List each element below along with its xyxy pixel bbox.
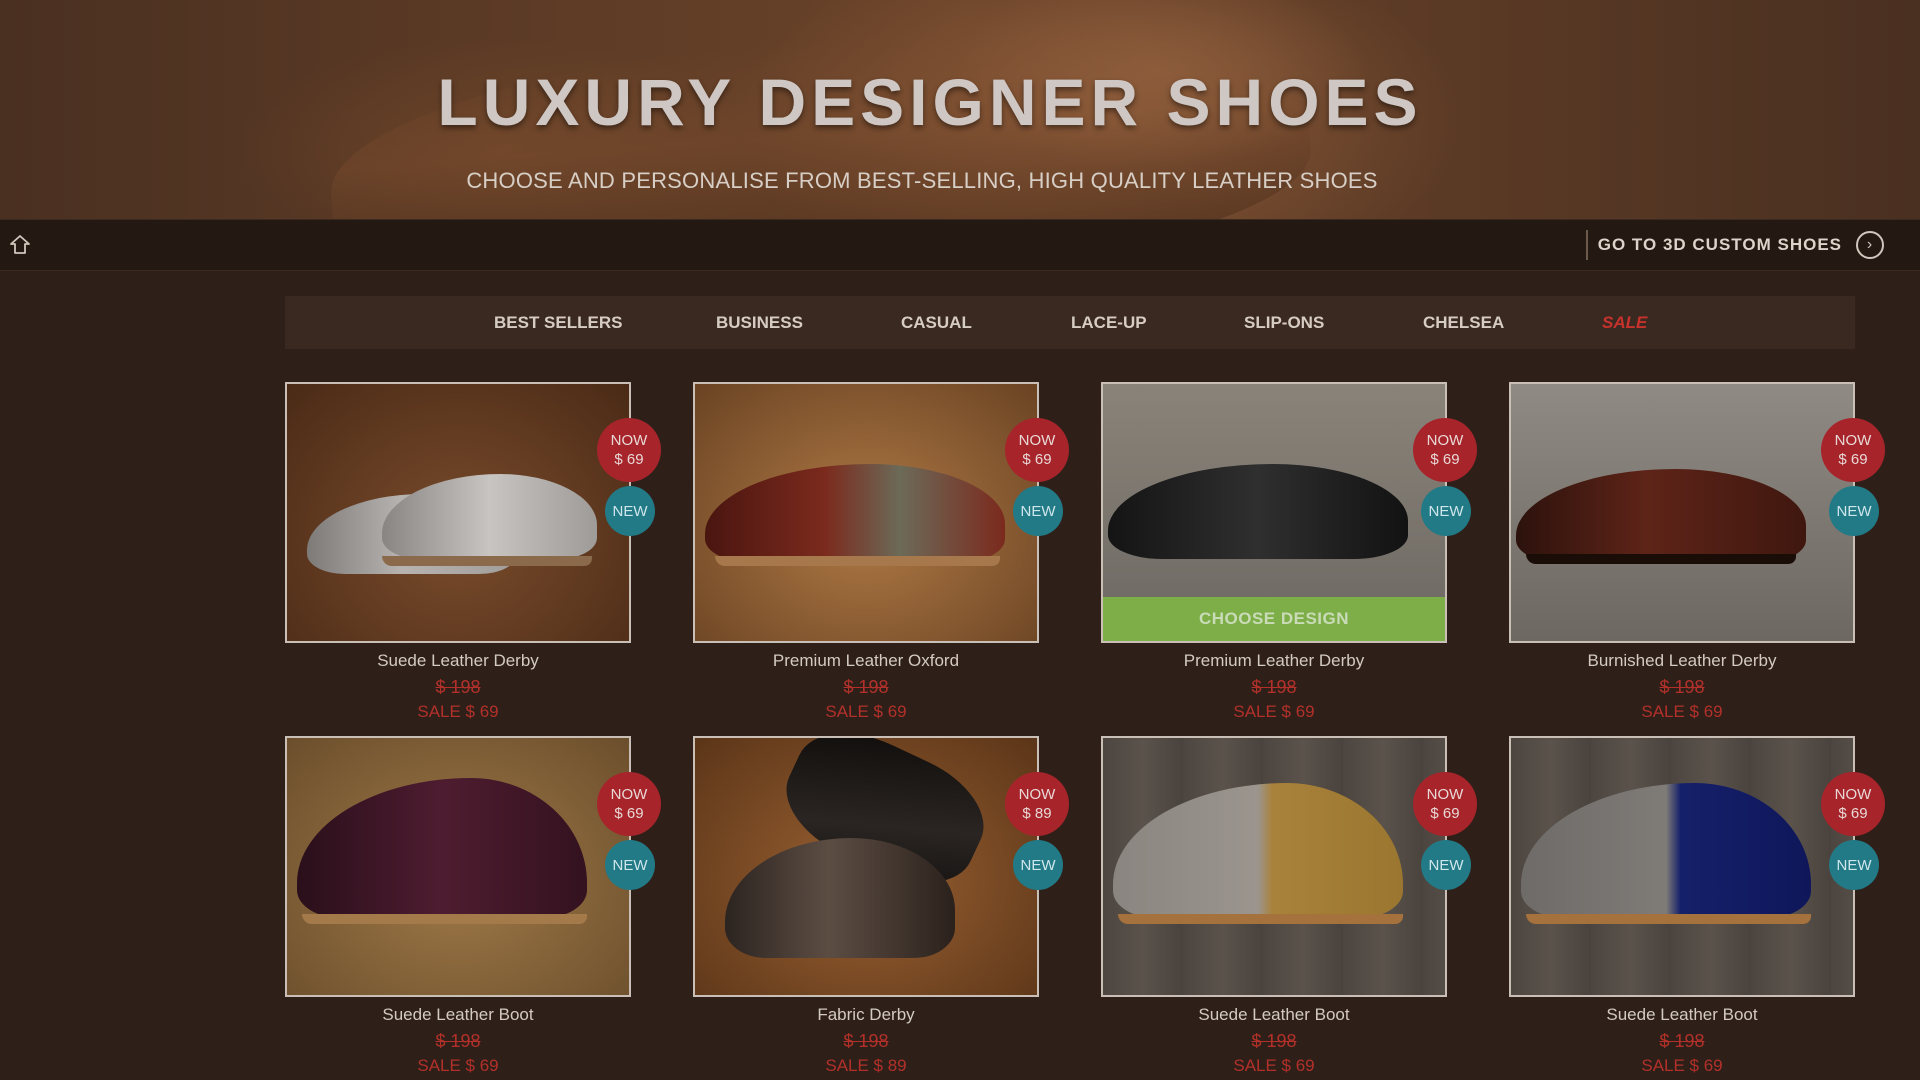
sale-price: SALE $ 89 xyxy=(825,1056,907,1075)
product-image[interactable] xyxy=(1509,382,1855,643)
product-card[interactable]: Suede Leather Boot $ 198 SALE $ 69 xyxy=(1101,736,1447,1076)
home-icon[interactable] xyxy=(8,233,32,257)
product-card[interactable]: Suede Leather Boot $ 198 SALE $ 69 xyxy=(1509,736,1855,1076)
choose-design-button[interactable]: CHOOSE DESIGN xyxy=(1103,597,1445,641)
product-image[interactable]: CHOOSE DESIGN xyxy=(1101,382,1447,643)
category-lace-up[interactable]: LACE-UP xyxy=(1071,313,1147,333)
product-image[interactable] xyxy=(693,382,1039,643)
now-price-badge: NOW $ 69 xyxy=(1413,772,1477,836)
now-price: $ 69 xyxy=(1430,805,1460,822)
now-label: NOW xyxy=(1018,786,1056,803)
go-to-3d-label: GO TO 3D CUSTOM SHOES xyxy=(1597,235,1842,254)
product-name[interactable]: Suede Leather Derby xyxy=(285,651,631,671)
new-badge: NEW xyxy=(1421,840,1471,890)
product-card[interactable]: Premium Leather Oxford $ 198 SALE $ 69 xyxy=(693,382,1039,722)
category-sale[interactable]: SALE xyxy=(1602,313,1647,333)
now-label: NOW xyxy=(1834,432,1872,449)
now-price-badge: NOW $ 69 xyxy=(1821,772,1885,836)
category-chelsea[interactable]: CHELSEA xyxy=(1423,313,1504,333)
product-image[interactable] xyxy=(285,736,631,997)
go-to-3d-custom-shoes-link[interactable]: GO TO 3D CUSTOM SHOES › xyxy=(1585,230,1884,260)
product-card[interactable]: Suede Leather Boot $ 198 SALE $ 69 xyxy=(285,736,631,1076)
now-price: $ 69 xyxy=(1838,805,1868,822)
original-price: $ 198 xyxy=(435,1031,481,1051)
product-card[interactable]: Burnished Leather Derby $ 198 SALE $ 69 xyxy=(1509,382,1855,722)
now-price-badge: NOW $ 69 xyxy=(1413,418,1477,482)
now-label: NOW xyxy=(1834,786,1872,803)
original-price: $ 198 xyxy=(1659,677,1705,697)
now-price: $ 89 xyxy=(1022,805,1052,822)
category-best-sellers[interactable]: BEST SELLERS xyxy=(494,313,622,333)
product-card[interactable]: Suede Leather Derby $ 198 SALE $ 69 xyxy=(285,382,631,722)
original-price: $ 198 xyxy=(843,677,889,697)
new-badge: NEW xyxy=(1013,486,1063,536)
original-price: $ 198 xyxy=(1251,1031,1297,1051)
original-price: $ 198 xyxy=(843,1031,889,1051)
sale-price: SALE $ 69 xyxy=(1233,1056,1315,1075)
product-card[interactable]: CHOOSE DESIGN Premium Leather Derby $ 19… xyxy=(1101,382,1447,722)
now-label: NOW xyxy=(1018,432,1056,449)
new-badge: NEW xyxy=(1829,486,1879,536)
product-name[interactable]: Suede Leather Boot xyxy=(1101,1005,1447,1025)
now-price: $ 69 xyxy=(1022,451,1052,468)
now-price: $ 69 xyxy=(1430,451,1460,468)
product-card[interactable]: Fabric Derby $ 198 SALE $ 89 xyxy=(693,736,1039,1076)
product-name[interactable]: Suede Leather Boot xyxy=(1509,1005,1855,1025)
product-image[interactable] xyxy=(285,382,631,643)
now-price-badge: NOW $ 89 xyxy=(1005,772,1069,836)
now-label: NOW xyxy=(1426,432,1464,449)
new-badge: NEW xyxy=(1013,840,1063,890)
sale-price: SALE $ 69 xyxy=(825,702,907,721)
now-price: $ 69 xyxy=(614,805,644,822)
hero-banner: LUXURY DESIGNER SHOES CHOOSE AND PERSONA… xyxy=(0,0,1920,219)
product-name[interactable]: Burnished Leather Derby xyxy=(1509,651,1855,671)
now-price: $ 69 xyxy=(1838,451,1868,468)
product-name[interactable]: Premium Leather Derby xyxy=(1101,651,1447,671)
product-name[interactable]: Fabric Derby xyxy=(693,1005,1039,1025)
now-price-badge: NOW $ 69 xyxy=(597,418,661,482)
new-badge: NEW xyxy=(605,486,655,536)
original-price: $ 198 xyxy=(1251,677,1297,697)
category-casual[interactable]: CASUAL xyxy=(901,313,972,333)
sale-price: SALE $ 69 xyxy=(417,702,499,721)
now-price-badge: NOW $ 69 xyxy=(1005,418,1069,482)
top-bar: GO TO 3D CUSTOM SHOES › xyxy=(0,219,1920,271)
page-title: LUXURY DESIGNER SHOES xyxy=(437,65,1423,139)
now-label: NOW xyxy=(610,786,648,803)
now-price-badge: NOW $ 69 xyxy=(597,772,661,836)
now-label: NOW xyxy=(610,432,648,449)
original-price: $ 198 xyxy=(435,677,481,697)
sale-price: SALE $ 69 xyxy=(1641,702,1723,721)
product-name[interactable]: Premium Leather Oxford xyxy=(693,651,1039,671)
category-business[interactable]: BUSINESS xyxy=(716,313,803,333)
original-price: $ 198 xyxy=(1659,1031,1705,1051)
now-price: $ 69 xyxy=(614,451,644,468)
chevron-right-circle-icon: › xyxy=(1856,231,1884,259)
sale-price: SALE $ 69 xyxy=(1641,1056,1723,1075)
new-badge: NEW xyxy=(1829,840,1879,890)
product-name[interactable]: Suede Leather Boot xyxy=(285,1005,631,1025)
page-subtitle: CHOOSE AND PERSONALISE FROM BEST-SELLING… xyxy=(466,168,1378,193)
now-price-badge: NOW $ 69 xyxy=(1821,418,1885,482)
now-label: NOW xyxy=(1426,786,1464,803)
product-image[interactable] xyxy=(693,736,1039,997)
new-badge: NEW xyxy=(1421,486,1471,536)
sale-price: SALE $ 69 xyxy=(1233,702,1315,721)
new-badge: NEW xyxy=(605,840,655,890)
category-slip-ons[interactable]: SLIP-ONS xyxy=(1244,313,1324,333)
product-image[interactable] xyxy=(1101,736,1447,997)
product-image[interactable] xyxy=(1509,736,1855,997)
sale-price: SALE $ 69 xyxy=(417,1056,499,1075)
category-nav: BEST SELLERS BUSINESS CASUAL LACE-UP SLI… xyxy=(285,296,1855,349)
